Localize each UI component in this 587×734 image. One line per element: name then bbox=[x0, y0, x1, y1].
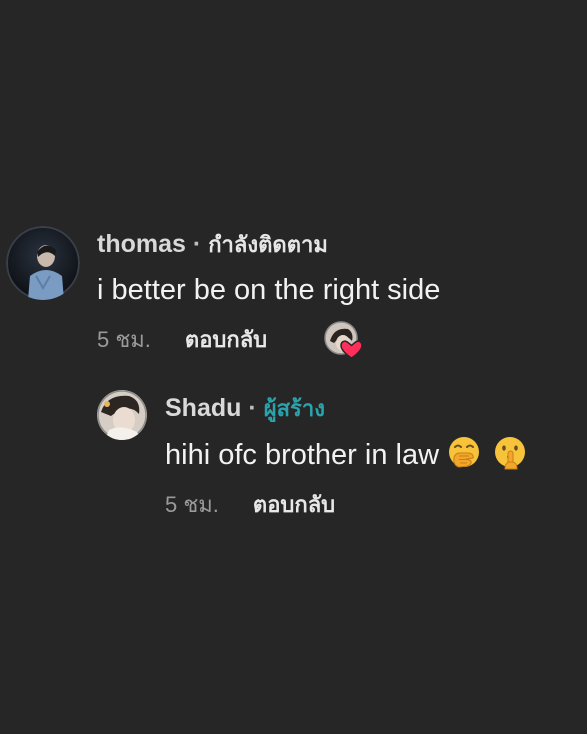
comment-avatar[interactable] bbox=[6, 226, 80, 300]
profile-photo-icon bbox=[97, 390, 147, 440]
face-with-hand-over-mouth-icon bbox=[449, 437, 480, 468]
reply-button[interactable]: ตอบกลับ bbox=[185, 327, 267, 352]
comment-header: thomas · กำลังติดตาม bbox=[97, 229, 328, 260]
creator-heart-like-icon bbox=[324, 321, 364, 361]
separator-dot: · bbox=[248, 394, 257, 422]
comment-meta: 5 ชม. ตอบกลับ bbox=[97, 326, 267, 354]
reply-text-line: hihi ofc brother in law bbox=[165, 436, 527, 473]
reply-text: hihi ofc brother in law bbox=[165, 439, 440, 471]
separator-dot: · bbox=[192, 230, 202, 258]
reply-username[interactable]: Shadu bbox=[165, 394, 241, 422]
following-status: กำลังติดตาม bbox=[208, 232, 328, 257]
reply-header: Shadu · ผู้สร้าง bbox=[165, 393, 325, 424]
reply-button[interactable]: ตอบกลับ bbox=[253, 492, 335, 517]
reply-timestamp: 5 ชม. bbox=[165, 492, 219, 517]
comment-username[interactable]: thomas bbox=[97, 230, 186, 258]
comment-timestamp: 5 ชม. bbox=[97, 327, 151, 352]
comment-text: i better be on the right side bbox=[97, 274, 441, 306]
reply-avatar[interactable] bbox=[97, 390, 147, 440]
profile-photo-icon bbox=[6, 226, 80, 300]
reply-meta: 5 ชม. ตอบกลับ bbox=[165, 491, 335, 519]
creator-badge: ผู้สร้าง bbox=[263, 396, 325, 421]
shushing-face-icon bbox=[495, 437, 526, 470]
